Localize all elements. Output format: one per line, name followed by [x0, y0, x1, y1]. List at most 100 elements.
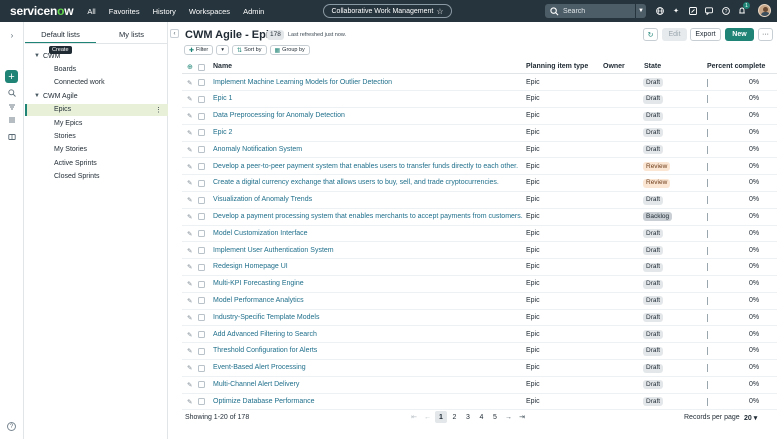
- row-checkbox[interactable]: [198, 146, 205, 154]
- chevron-down-icon[interactable]: ▼: [34, 53, 43, 59]
- page-2[interactable]: 2: [449, 411, 461, 423]
- filter-button[interactable]: ✚ Filter: [184, 45, 214, 55]
- page-4[interactable]: 4: [476, 411, 488, 423]
- row-checkbox[interactable]: [198, 79, 205, 86]
- row-checkbox[interactable]: [198, 230, 205, 238]
- help-icon[interactable]: ?: [721, 6, 730, 15]
- row-name-link[interactable]: Model Customization Interface: [213, 230, 308, 237]
- row-name-link[interactable]: Epic 2: [213, 129, 232, 136]
- row-checkbox[interactable]: [198, 314, 205, 322]
- nav-link-admin[interactable]: Admin: [243, 7, 264, 16]
- row-name-link[interactable]: Anomaly Notification System: [213, 146, 302, 153]
- column-header-state[interactable]: State: [644, 63, 661, 70]
- row-checkbox[interactable]: [198, 347, 205, 355]
- row-checkbox[interactable]: [198, 280, 205, 288]
- edit-icon[interactable]: ✎: [187, 263, 192, 271]
- page-5[interactable]: 5: [489, 411, 501, 423]
- tree-item-connected-work[interactable]: Connected work: [25, 77, 168, 89]
- kebab-menu-icon[interactable]: ⋮: [155, 106, 162, 114]
- new-button[interactable]: New: [725, 28, 754, 41]
- chevron-right-icon[interactable]: ›: [7, 30, 17, 40]
- edit-icon[interactable]: ✎: [187, 163, 192, 171]
- row-name-link[interactable]: Implement User Authentication System: [213, 247, 334, 254]
- table-row[interactable]: ✎ Multi-Channel Alert Delivery Epic Draft 0%: [182, 377, 777, 394]
- row-checkbox[interactable]: [198, 263, 205, 271]
- edit-icon[interactable]: ✎: [187, 112, 192, 120]
- table-row[interactable]: ✎ Create a digital currency exchange that…: [182, 175, 777, 193]
- prev-page-icon[interactable]: ←: [422, 411, 434, 423]
- row-name-link[interactable]: Model Performance Analytics: [213, 297, 304, 304]
- table-row[interactable]: ✎ Model Customization Interface Epic Draft 0…: [182, 226, 777, 243]
- table-row[interactable]: ✎ Redesign Homepage UI Epic Draft 0%: [182, 259, 777, 277]
- row-checkbox[interactable]: [198, 364, 205, 372]
- select-all-checkbox[interactable]: [198, 63, 205, 71]
- row-checkbox[interactable]: [198, 196, 205, 204]
- edit-icon[interactable]: ✎: [187, 347, 192, 355]
- row-checkbox[interactable]: [198, 247, 205, 254]
- nav-link-all[interactable]: All: [87, 7, 95, 16]
- create-button[interactable]: +: [5, 70, 18, 83]
- row-checkbox[interactable]: [198, 179, 205, 187]
- nav-link-workspaces[interactable]: Workspaces: [189, 7, 230, 16]
- row-name-link[interactable]: Visualization of Anomaly Trends: [213, 196, 312, 203]
- column-header-type[interactable]: Planning item type: [526, 63, 588, 70]
- column-header-percent[interactable]: Percent complete: [707, 63, 765, 70]
- tree-group-cwm-agile[interactable]: ▼ CWM Agile: [25, 90, 168, 102]
- edit-icon[interactable]: ✎: [187, 314, 192, 322]
- sparkle-icon[interactable]: ✦: [672, 6, 681, 15]
- edit-icon[interactable]: ✎: [187, 230, 192, 238]
- table-row[interactable]: ✎ Model Performance Analytics Epic Draft 0%: [182, 293, 777, 310]
- row-name-link[interactable]: Implement Machine Learning Models for Ou…: [213, 79, 392, 86]
- edit-icon[interactable]: ✎: [187, 364, 192, 372]
- row-name-link[interactable]: Event-Based Alert Processing: [213, 364, 306, 371]
- last-page-icon[interactable]: ⇥: [516, 411, 528, 423]
- edit-button[interactable]: Edit: [662, 28, 687, 41]
- edit-icon[interactable]: ✎: [187, 381, 192, 389]
- filter-dropdown-button[interactable]: ▾: [216, 45, 230, 55]
- row-name-link[interactable]: Redesign Homepage UI: [213, 263, 288, 270]
- tab-my-lists[interactable]: My lists: [96, 28, 167, 43]
- edit-icon[interactable]: ✎: [187, 146, 192, 154]
- servicenow-logo[interactable]: servicenow: [10, 4, 74, 18]
- collapse-panel-button[interactable]: ‹: [170, 29, 179, 38]
- sort-button[interactable]: ⇅ Sort by: [232, 45, 267, 55]
- export-button[interactable]: Export: [690, 28, 721, 41]
- search-input[interactable]: [563, 7, 633, 15]
- filter-icon[interactable]: [7, 102, 17, 112]
- table-row[interactable]: ✎ Anomaly Notification System Epic Draft 0%: [182, 142, 777, 159]
- table-row[interactable]: ✎ Multi-KPI Forecasting Engine Epic Draft 0%: [182, 276, 777, 293]
- pin-icon[interactable]: ⊕: [187, 63, 193, 71]
- table-row[interactable]: ✎ Industry-Specific Template Models Epic Dr…: [182, 310, 777, 327]
- tree-group-cwm[interactable]: ▼ CWM: [25, 50, 168, 62]
- records-per-page-select[interactable]: 20 ▾: [744, 414, 757, 422]
- edit-icon[interactable]: ✎: [187, 129, 192, 137]
- more-actions-button[interactable]: ···: [758, 28, 773, 41]
- tree-item-my-epics[interactable]: My Epics: [25, 117, 168, 129]
- edit-icon[interactable]: ✎: [187, 213, 192, 221]
- tree-item-my-stories[interactable]: My Stories: [25, 144, 168, 156]
- list-icon[interactable]: [7, 115, 17, 125]
- page-1[interactable]: 1: [435, 411, 447, 423]
- row-checkbox[interactable]: [198, 213, 205, 221]
- edit-icon[interactable]: ✎: [187, 398, 192, 406]
- globe-icon[interactable]: [655, 6, 664, 15]
- row-name-link[interactable]: Optimize Database Performance: [213, 398, 315, 405]
- tree-item-closed-sprints[interactable]: Closed Sprints: [25, 171, 168, 183]
- column-header-name[interactable]: Name: [213, 63, 232, 70]
- row-name-link[interactable]: Data Preprocessing for Anomaly Detection: [213, 112, 345, 119]
- tab-default-lists[interactable]: Default lists: [25, 28, 96, 43]
- row-name-link[interactable]: Epic 1: [213, 95, 232, 102]
- edit-icon[interactable]: ✎: [187, 247, 192, 255]
- row-name-link[interactable]: Develop a payment processing system that…: [213, 213, 523, 220]
- chat-icon[interactable]: [705, 6, 714, 15]
- row-checkbox[interactable]: [198, 95, 205, 103]
- nav-link-history[interactable]: History: [153, 7, 176, 16]
- star-icon[interactable]: ☆: [436, 7, 443, 16]
- table-row[interactable]: ✎ Develop a peer-to-peer payment system t…: [182, 159, 777, 176]
- refresh-button[interactable]: ↻: [643, 28, 658, 41]
- table-row[interactable]: ✎ Data Preprocessing for Anomaly Detectio…: [182, 108, 777, 125]
- row-name-link[interactable]: Add Advanced Filtering to Search: [213, 331, 317, 338]
- row-checkbox[interactable]: [198, 129, 205, 137]
- global-search[interactable]: ▼: [545, 4, 646, 18]
- tree-item-boards[interactable]: Boards: [25, 63, 168, 75]
